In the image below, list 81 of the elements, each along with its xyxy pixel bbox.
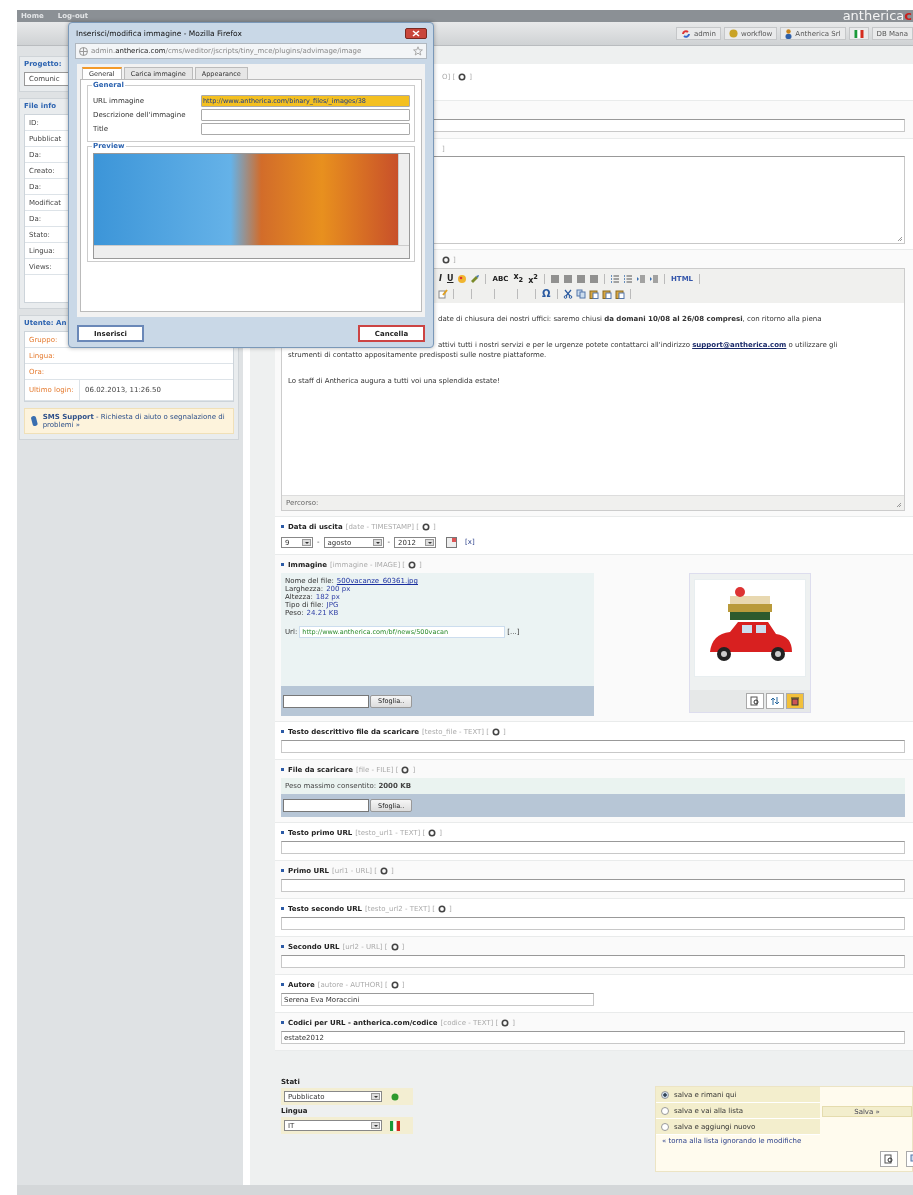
- scrollbar[interactable]: [94, 245, 409, 258]
- format-button[interactable]: U: [446, 273, 455, 284]
- text-field[interactable]: [281, 955, 905, 968]
- radio-button[interactable]: [661, 1090, 669, 1099]
- text-align-icon[interactable]: [550, 273, 560, 284]
- text-field[interactable]: [281, 740, 905, 753]
- palette-icon[interactable]: [457, 273, 468, 284]
- text-field[interactable]: [281, 841, 905, 854]
- close-icon: [412, 29, 420, 37]
- bullet-icon: [281, 768, 284, 771]
- list-icon[interactable]: [610, 273, 620, 284]
- format-button[interactable]: Ω: [541, 288, 552, 299]
- resize-grip-icon[interactable]: [896, 502, 902, 508]
- settings-icon[interactable]: [380, 866, 389, 875]
- refresh-icon: [681, 28, 692, 39]
- bullet-icon: [281, 945, 284, 948]
- clipboard-icon[interactable]: [601, 288, 612, 299]
- italian-flag-icon: [853, 29, 864, 38]
- text-field[interactable]: [201, 123, 410, 135]
- delete-button[interactable]: [786, 693, 804, 709]
- settings-icon[interactable]: [408, 560, 417, 569]
- settings-icon[interactable]: [442, 255, 450, 264]
- text-field[interactable]: [201, 109, 410, 121]
- bullet-icon: [281, 1021, 284, 1024]
- trash-icon: [790, 696, 800, 706]
- bullet-icon: [281, 831, 284, 834]
- bullet-icon: [281, 907, 284, 910]
- scissors-icon[interactable]: [562, 288, 573, 299]
- person-icon: [785, 28, 793, 39]
- bullet-icon: [281, 730, 284, 733]
- format-button[interactable]: x$^{2}$: [527, 271, 539, 286]
- magnifier-page-icon: [884, 1154, 894, 1164]
- pencil-icon[interactable]: [438, 288, 448, 299]
- file-field[interactable]: [283, 694, 369, 708]
- globe-icon: [79, 46, 88, 56]
- phone-icon: [31, 414, 38, 428]
- language-button[interactable]: [848, 27, 869, 40]
- scrollbar[interactable]: [398, 154, 409, 245]
- radio-button[interactable]: [661, 1106, 669, 1115]
- format-button[interactable]: I: [438, 273, 443, 284]
- calendar-icon[interactable]: [446, 536, 458, 548]
- bullet-icon: [281, 525, 284, 528]
- settings-icon[interactable]: [390, 980, 399, 989]
- settings-icon[interactable]: [428, 828, 437, 837]
- settings-icon[interactable]: [458, 72, 467, 81]
- text-align-icon[interactable]: [563, 273, 573, 284]
- text-field[interactable]: [281, 879, 905, 892]
- settings-icon[interactable]: [501, 1018, 510, 1027]
- list-icon[interactable]: [623, 273, 633, 284]
- swap-button[interactable]: [766, 693, 784, 709]
- settings-icon[interactable]: [401, 765, 410, 774]
- preview-button[interactable]: [746, 693, 764, 709]
- settings-icon[interactable]: [390, 942, 399, 951]
- text-field[interactable]: [281, 917, 905, 930]
- resize-grip-icon[interactable]: [897, 236, 903, 242]
- copy-icon[interactable]: [575, 288, 586, 299]
- text-align-icon[interactable]: [589, 273, 599, 284]
- close-button[interactable]: [405, 27, 427, 39]
- radio-button[interactable]: [661, 1122, 669, 1131]
- settings-icon[interactable]: [421, 522, 430, 531]
- bullet-icon: [281, 983, 284, 986]
- indent-icon[interactable]: [649, 273, 659, 284]
- clipboard-icon[interactable]: [588, 288, 599, 299]
- settings-icon[interactable]: [492, 727, 501, 736]
- preview-button[interactable]: [880, 1151, 898, 1167]
- logo: anthericac: [842, 10, 912, 22]
- file-field[interactable]: [283, 799, 369, 812]
- bullet-icon: [281, 869, 284, 872]
- format-button[interactable]: x$_{2}$: [512, 272, 525, 285]
- status-dot-icon: [391, 1092, 399, 1101]
- coin-icon: [729, 29, 738, 38]
- settings-icon[interactable]: [438, 904, 446, 913]
- italian-flag-icon: [390, 1120, 400, 1131]
- indent-icon[interactable]: [636, 273, 646, 284]
- arrows-icon: [770, 696, 780, 706]
- magnifier-page-icon: [750, 696, 760, 706]
- brush-icon[interactable]: [470, 273, 481, 284]
- star-icon[interactable]: [413, 46, 423, 56]
- clipboard-icon[interactable]: [614, 288, 625, 299]
- bullet-icon: [281, 563, 284, 566]
- text-align-icon[interactable]: [576, 273, 586, 284]
